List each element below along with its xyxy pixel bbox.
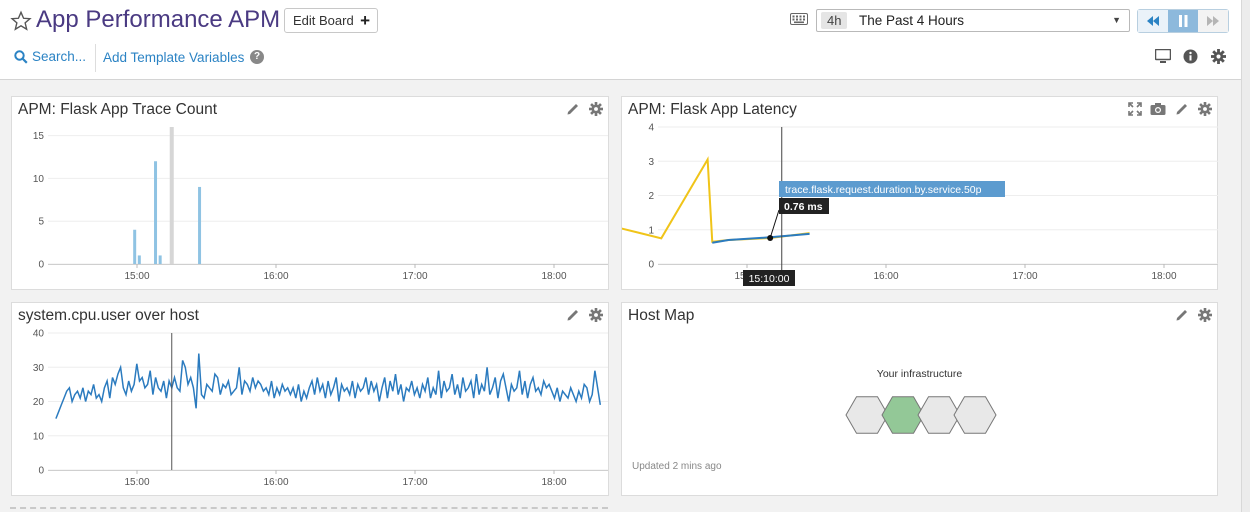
search-label: Search... bbox=[32, 49, 87, 64]
edit-board-button[interactable]: Edit Board + bbox=[284, 8, 378, 33]
cursor-highlight bbox=[169, 127, 174, 264]
x-tick-label: 16:00 bbox=[263, 477, 288, 488]
x-tick-label: 16:00 bbox=[873, 271, 898, 282]
y-tick-label: 10 bbox=[33, 174, 45, 185]
dashboard-header: App Performance APM Edit Board + Search.… bbox=[0, 0, 1250, 80]
bar bbox=[158, 255, 162, 264]
rewind-button[interactable] bbox=[1138, 10, 1168, 32]
widget-latency: APM: Flask App Latency 0123415:0016:0017… bbox=[621, 96, 1218, 290]
host-hex bbox=[953, 396, 997, 434]
fast-forward-button[interactable] bbox=[1198, 10, 1228, 32]
trace-count-chart[interactable]: 0 5 10 15 15:00 16:00 17:00 18:00 bbox=[12, 97, 610, 291]
board-title: App Performance APM bbox=[36, 6, 281, 33]
pause-icon bbox=[1179, 15, 1188, 27]
x-tick-label: 18:00 bbox=[541, 271, 566, 282]
bar bbox=[137, 255, 141, 264]
info-icon[interactable] bbox=[1183, 49, 1198, 64]
time-controls bbox=[1137, 9, 1229, 33]
series-line bbox=[55, 353, 602, 419]
chevron-down-icon: ▼ bbox=[1112, 15, 1121, 25]
tooltip-time: 15:10:00 bbox=[749, 273, 790, 285]
y-tick-label: 0 bbox=[38, 260, 44, 271]
bar bbox=[133, 229, 137, 264]
y-tick-label: 4 bbox=[648, 123, 654, 134]
series-line bbox=[712, 232, 810, 244]
hover-point bbox=[767, 234, 774, 241]
settings-gear-icon[interactable] bbox=[1211, 49, 1226, 64]
x-tick-label: 17:00 bbox=[402, 271, 427, 282]
y-tick-label: 15 bbox=[33, 131, 45, 142]
cpu-chart[interactable]: 0 10 20 30 40 15:00 16:00 17:00 18:00 bbox=[12, 303, 610, 497]
host-map-updated-text: Updated 2 mins ago bbox=[632, 461, 722, 472]
tooltip-pointer bbox=[769, 209, 780, 239]
y-tick-label: 10 bbox=[33, 431, 45, 442]
y-tick-label: 5 bbox=[38, 217, 44, 228]
keyboard-icon[interactable] bbox=[790, 13, 808, 25]
bar bbox=[198, 186, 202, 264]
y-tick-label: 30 bbox=[33, 363, 45, 374]
x-tick-label: 15:00 bbox=[124, 477, 149, 488]
widget-cpu: system.cpu.user over host 0 10 20 30 40 15:00… bbox=[11, 302, 609, 496]
y-tick-label: 0 bbox=[38, 466, 44, 477]
search-link[interactable]: Search... bbox=[14, 49, 86, 64]
tv-mode-icon[interactable] bbox=[1155, 49, 1171, 64]
star-icon[interactable] bbox=[10, 10, 32, 32]
tooltip-series-label: trace.flask.request.duration.by.service.… bbox=[785, 184, 982, 196]
bar bbox=[154, 161, 158, 264]
plus-icon: + bbox=[360, 11, 370, 30]
y-tick-label: 3 bbox=[648, 157, 654, 168]
time-range-label: The Past 4 Hours bbox=[859, 13, 965, 28]
add-template-variables-link[interactable]: Add Template Variables bbox=[103, 50, 244, 65]
scrollbar-track[interactable] bbox=[1241, 0, 1250, 512]
y-tick-label: 40 bbox=[33, 329, 45, 340]
widget-trace-count: APM: Flask App Trace Count 0 5 10 15 15:00 16… bbox=[11, 96, 609, 290]
widget-host-map: Host Map Your infrastructure Updated 2 m… bbox=[621, 302, 1218, 496]
tooltip-value: 0.76 ms bbox=[784, 201, 823, 213]
x-tick-label: 16:00 bbox=[263, 271, 288, 282]
x-tick-label: 15:00 bbox=[124, 271, 149, 282]
search-icon bbox=[14, 50, 28, 64]
y-tick-label: 0 bbox=[648, 260, 654, 271]
edit-board-label: Edit Board bbox=[293, 13, 354, 28]
x-tick-label: 17:00 bbox=[1012, 271, 1037, 282]
x-tick-label: 18:00 bbox=[541, 477, 566, 488]
pause-button[interactable] bbox=[1168, 10, 1198, 32]
y-tick-label: 2 bbox=[648, 191, 654, 202]
help-icon[interactable]: ? bbox=[250, 50, 264, 64]
header-divider bbox=[95, 44, 96, 72]
time-range-badge: 4h bbox=[821, 12, 848, 29]
time-range-select[interactable]: 4h The Past 4 Hours ▼ bbox=[816, 9, 1130, 32]
x-tick-label: 18:00 bbox=[1151, 271, 1176, 282]
x-tick-label: 17:00 bbox=[402, 477, 427, 488]
latency-chart[interactable]: 0123415:0016:0017:0018:00trace.flask.req… bbox=[622, 97, 1219, 291]
add-widget-dropzone[interactable] bbox=[10, 507, 608, 509]
rewind-icon bbox=[1147, 16, 1159, 26]
fast-forward-icon bbox=[1207, 16, 1219, 26]
y-tick-label: 20 bbox=[33, 397, 45, 408]
